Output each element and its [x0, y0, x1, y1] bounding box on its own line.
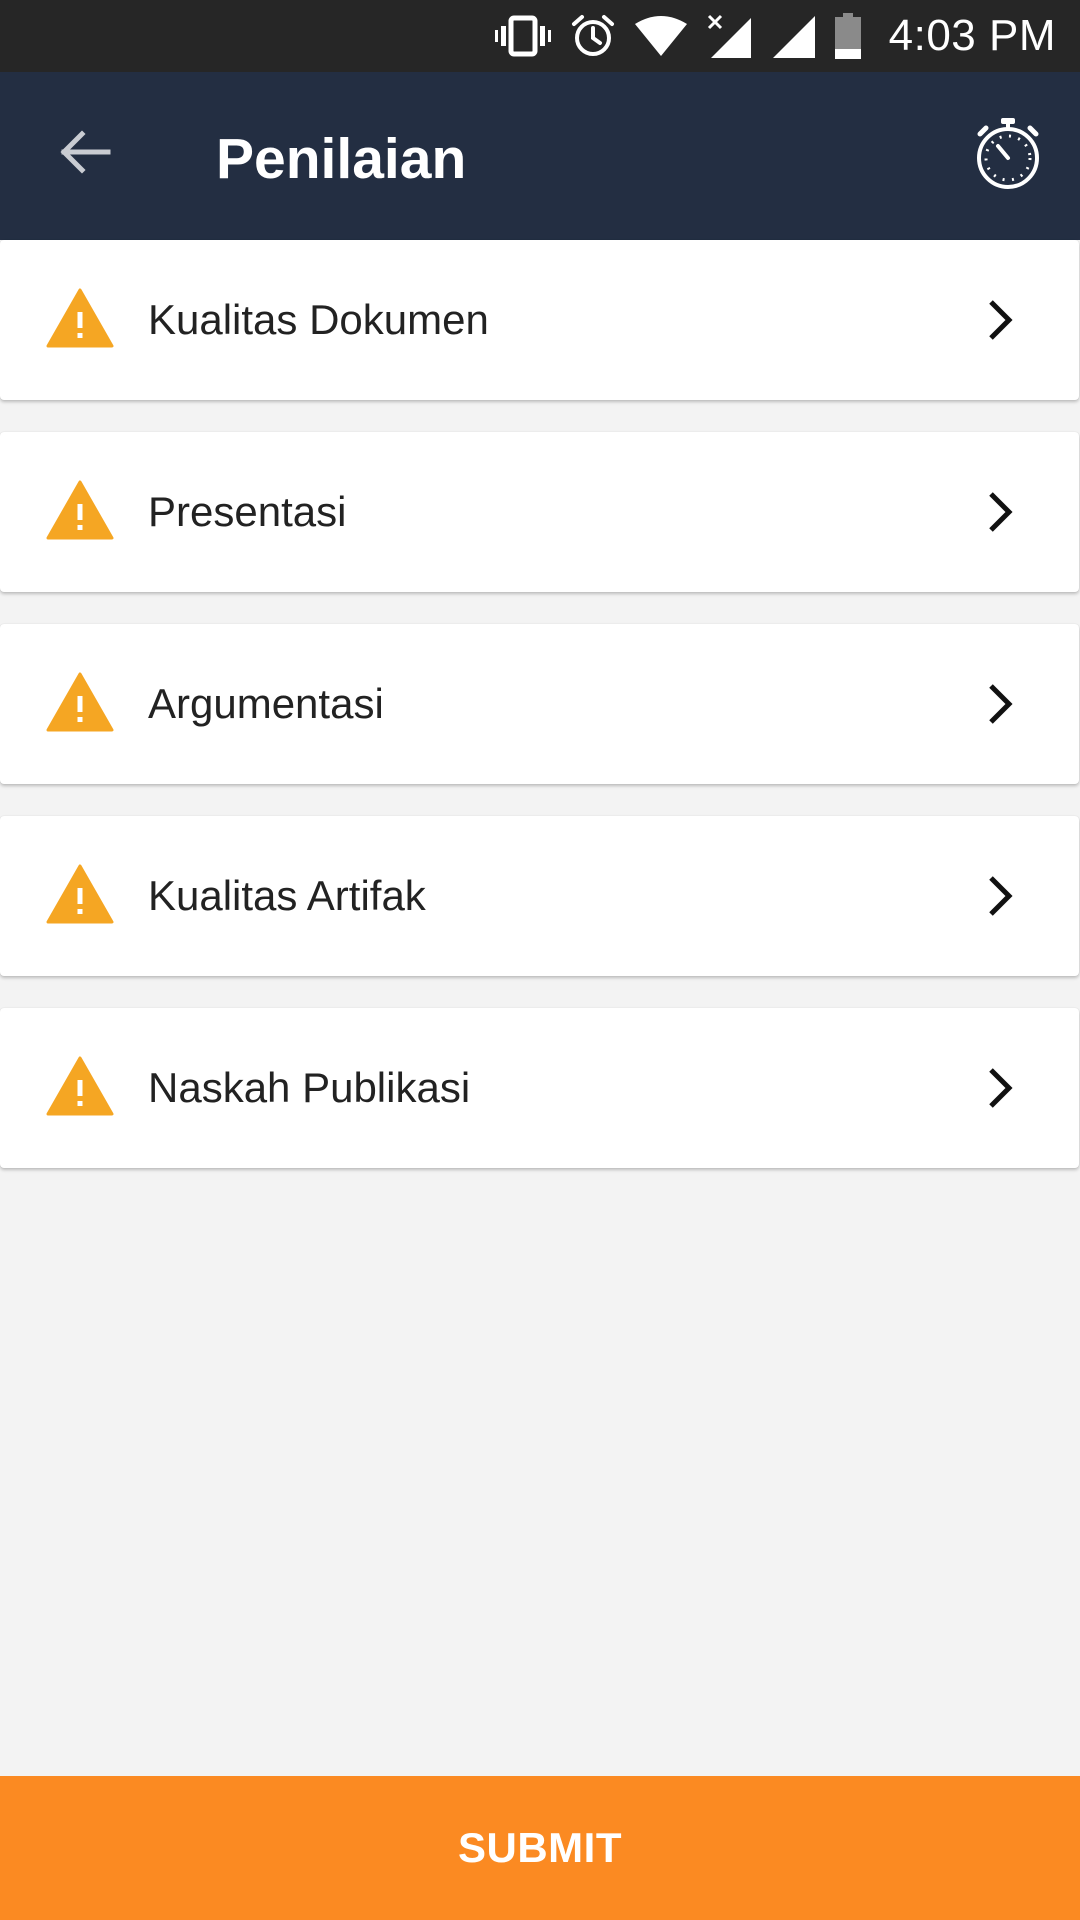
chevron-right-icon [989, 684, 1013, 724]
chevron-right-icon [989, 1068, 1013, 1108]
arrow-back-icon [60, 130, 111, 174]
vibrate-icon [494, 15, 551, 57]
app-bar: Penilaian [0, 72, 1080, 240]
battery-icon [834, 13, 861, 59]
assessment-list: Kualitas Dokumen Presentasi Argumentasi [0, 240, 1080, 1200]
list-item-kualitas-dokumen[interactable]: Kualitas Dokumen [0, 240, 1079, 400]
list-item-kualitas-artifak[interactable]: Kualitas Artifak [0, 816, 1079, 976]
status-time: 4:03 PM [888, 11, 1056, 60]
warning-icon [46, 864, 114, 924]
stopwatch-icon [977, 118, 1039, 189]
list-item-naskah-publikasi[interactable]: Naskah Publikasi [0, 1008, 1079, 1168]
alarm-icon [571, 15, 614, 56]
signal-icon [772, 16, 815, 58]
list-item-label: Kualitas Dokumen [148, 296, 489, 343]
chevron-right-icon [989, 876, 1013, 916]
back-button[interactable] [44, 112, 124, 192]
timer-button[interactable] [968, 114, 1048, 194]
list-item-presentasi[interactable]: Presentasi [0, 432, 1079, 592]
signal-no-data-icon [707, 14, 751, 58]
list-item-argumentasi[interactable]: Argumentasi [0, 624, 1079, 784]
list-item-label: Presentasi [148, 488, 347, 535]
warning-icon [46, 480, 114, 540]
warning-icon [46, 288, 114, 348]
warning-icon [46, 1056, 114, 1116]
status-icons: 4:03 PM [494, 0, 1056, 72]
status-bar: 4:03 PM [0, 0, 1080, 72]
chevron-right-icon [989, 300, 1013, 340]
list-item-label: Kualitas Artifak [148, 872, 426, 919]
list-item-label: Argumentasi [148, 680, 384, 727]
warning-icon [46, 672, 114, 732]
submit-button[interactable]: SUBMIT [0, 1776, 1080, 1920]
wifi-icon [634, 16, 687, 56]
chevron-right-icon [989, 492, 1013, 532]
list-item-label: Naskah Publikasi [148, 1064, 471, 1111]
page-title: Penilaian [216, 127, 467, 191]
